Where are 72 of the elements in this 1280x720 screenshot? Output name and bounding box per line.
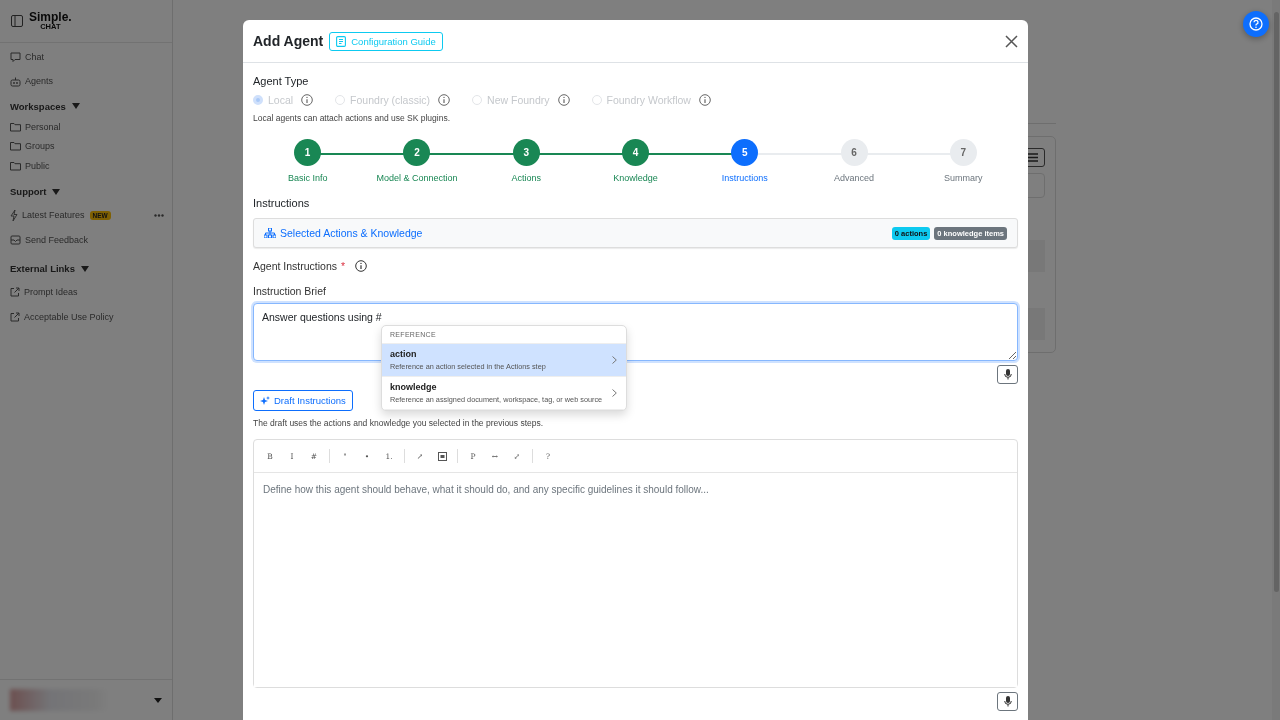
more-icon[interactable] bbox=[154, 213, 164, 217]
sparkle-icon bbox=[260, 395, 270, 406]
menu-item-title: knowledge bbox=[390, 382, 438, 392]
step-label: Summary bbox=[944, 173, 983, 183]
caret-icon[interactable] bbox=[154, 697, 162, 703]
info-icon[interactable] bbox=[355, 260, 368, 272]
section-heading[interactable]: Workspaces bbox=[10, 95, 172, 117]
info-icon[interactable] bbox=[438, 94, 451, 106]
folder-icon bbox=[10, 160, 21, 171]
menu-item-title: action bbox=[390, 349, 418, 359]
info-icon[interactable] bbox=[301, 94, 314, 106]
hint-text: Local agents can attach actions and use SK plugins. bbox=[253, 113, 452, 123]
lightning-icon bbox=[10, 209, 18, 221]
folder-icon bbox=[10, 141, 21, 152]
nav-item[interactable]: Latest Features bbox=[10, 209, 85, 221]
external-link-icon bbox=[10, 312, 20, 322]
nav-item[interactable]: Chat bbox=[10, 45, 172, 69]
step-circle[interactable]: 2 bbox=[403, 139, 431, 166]
step-circle[interactable]: 1 bbox=[294, 139, 322, 166]
nav-item[interactable]: Send Feedback bbox=[10, 235, 89, 245]
scrollbar[interactable] bbox=[1272, 0, 1280, 720]
nav-item[interactable]: Agents bbox=[10, 69, 172, 93]
close-icon[interactable] bbox=[1005, 34, 1018, 48]
step-label: Actions bbox=[511, 173, 541, 183]
external-link-icon bbox=[10, 287, 20, 297]
nav-item[interactable]: Public bbox=[10, 160, 50, 171]
section-heading[interactable]: External Links bbox=[10, 257, 172, 280]
caret-icon bbox=[52, 188, 61, 195]
nav-item[interactable]: Prompt Ideas bbox=[10, 287, 78, 297]
step-label: Instructions bbox=[721, 173, 768, 183]
image-icon bbox=[437, 451, 447, 461]
panel-title: Selected Actions & Knowledge bbox=[280, 227, 423, 239]
step-label: Knowledge bbox=[613, 173, 658, 183]
step-circle[interactable]: 4 bbox=[622, 139, 649, 166]
step-label: Model & Connection bbox=[376, 173, 458, 183]
field-label: Agent Type bbox=[253, 75, 310, 87]
field-label: Agent Instructions bbox=[253, 260, 338, 272]
step-circle[interactable]: 7 bbox=[949, 139, 977, 166]
step-label: Advanced bbox=[834, 173, 875, 183]
chat-icon bbox=[10, 51, 21, 63]
section-heading[interactable]: Support bbox=[10, 180, 172, 203]
field-label: Instruction Brief bbox=[253, 285, 327, 297]
microphone-button[interactable] bbox=[997, 365, 1018, 384]
step-circle[interactable]: 5 bbox=[731, 139, 759, 166]
folder-icon bbox=[10, 121, 21, 132]
caret-icon bbox=[80, 265, 89, 272]
step-label: Basic Info bbox=[287, 173, 328, 183]
nav-item[interactable]: Acceptable Use Policy bbox=[10, 312, 114, 322]
dialog-title: Add Agent bbox=[253, 33, 324, 49]
microphone-button[interactable] bbox=[997, 692, 1018, 711]
info-icon[interactable] bbox=[557, 94, 570, 106]
section-title: Instructions bbox=[253, 197, 311, 209]
step-circle[interactable]: 3 bbox=[512, 139, 540, 166]
required-mark: * bbox=[341, 260, 346, 272]
document-icon bbox=[336, 35, 347, 47]
draft-instructions-button[interactable]: Draft Instructions bbox=[253, 390, 353, 411]
microphone-icon bbox=[1003, 369, 1012, 380]
step-circle[interactable]: 6 bbox=[840, 139, 868, 166]
caret-icon bbox=[71, 103, 80, 109]
nav-item[interactable]: Personal bbox=[10, 121, 61, 132]
info-icon[interactable] bbox=[698, 94, 711, 106]
sidebar-toggle-icon[interactable] bbox=[11, 15, 23, 27]
help-icon bbox=[1249, 17, 1263, 31]
nav-item[interactable]: Groups bbox=[10, 141, 55, 152]
hierarchy-icon bbox=[264, 228, 276, 238]
robot-icon bbox=[10, 75, 21, 87]
hint-text: The draft uses the actions and knowledge you selected in the previous steps. bbox=[253, 418, 545, 428]
chevron-icon bbox=[612, 389, 617, 397]
chevron-icon bbox=[612, 356, 617, 364]
microphone-icon bbox=[1003, 696, 1012, 707]
envelope-icon bbox=[10, 235, 21, 245]
list-icon bbox=[1027, 153, 1038, 162]
